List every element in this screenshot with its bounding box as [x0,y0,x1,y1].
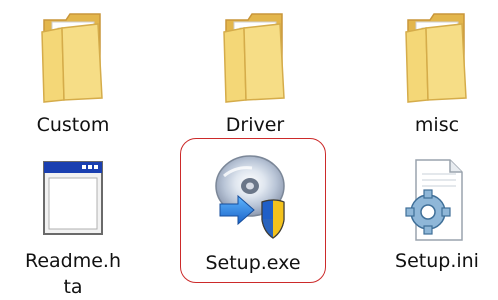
application-window-icon [43,161,103,235]
item-label: Driver [225,114,285,136]
folder-icon [223,13,285,103]
file-readme-hta[interactable]: Readme.h ta [8,150,138,300]
folder-icon [41,13,103,103]
file-setup-exe[interactable]: Setup.exe [188,140,318,280]
item-label-text: Readme.h ta [24,250,122,298]
settings-file-icon [405,159,463,241]
item-label: misc [414,114,460,136]
folder-driver[interactable]: Driver [190,0,320,140]
item-label: Custom [36,114,110,136]
item-label: Readme.h ta [8,248,138,300]
folder-custom[interactable]: Custom [8,0,138,140]
item-label: Setup.ini [395,250,479,272]
item-label: Setup.exe [205,252,301,274]
folder-icon [405,13,467,103]
file-setup-ini[interactable]: Setup.ini [372,150,498,300]
folder-misc[interactable]: misc [372,0,498,140]
setup-disc-shield-icon [215,155,285,239]
explorer-icon-view: { "items": [ {"label": "Custom", "type":… [0,0,498,300]
